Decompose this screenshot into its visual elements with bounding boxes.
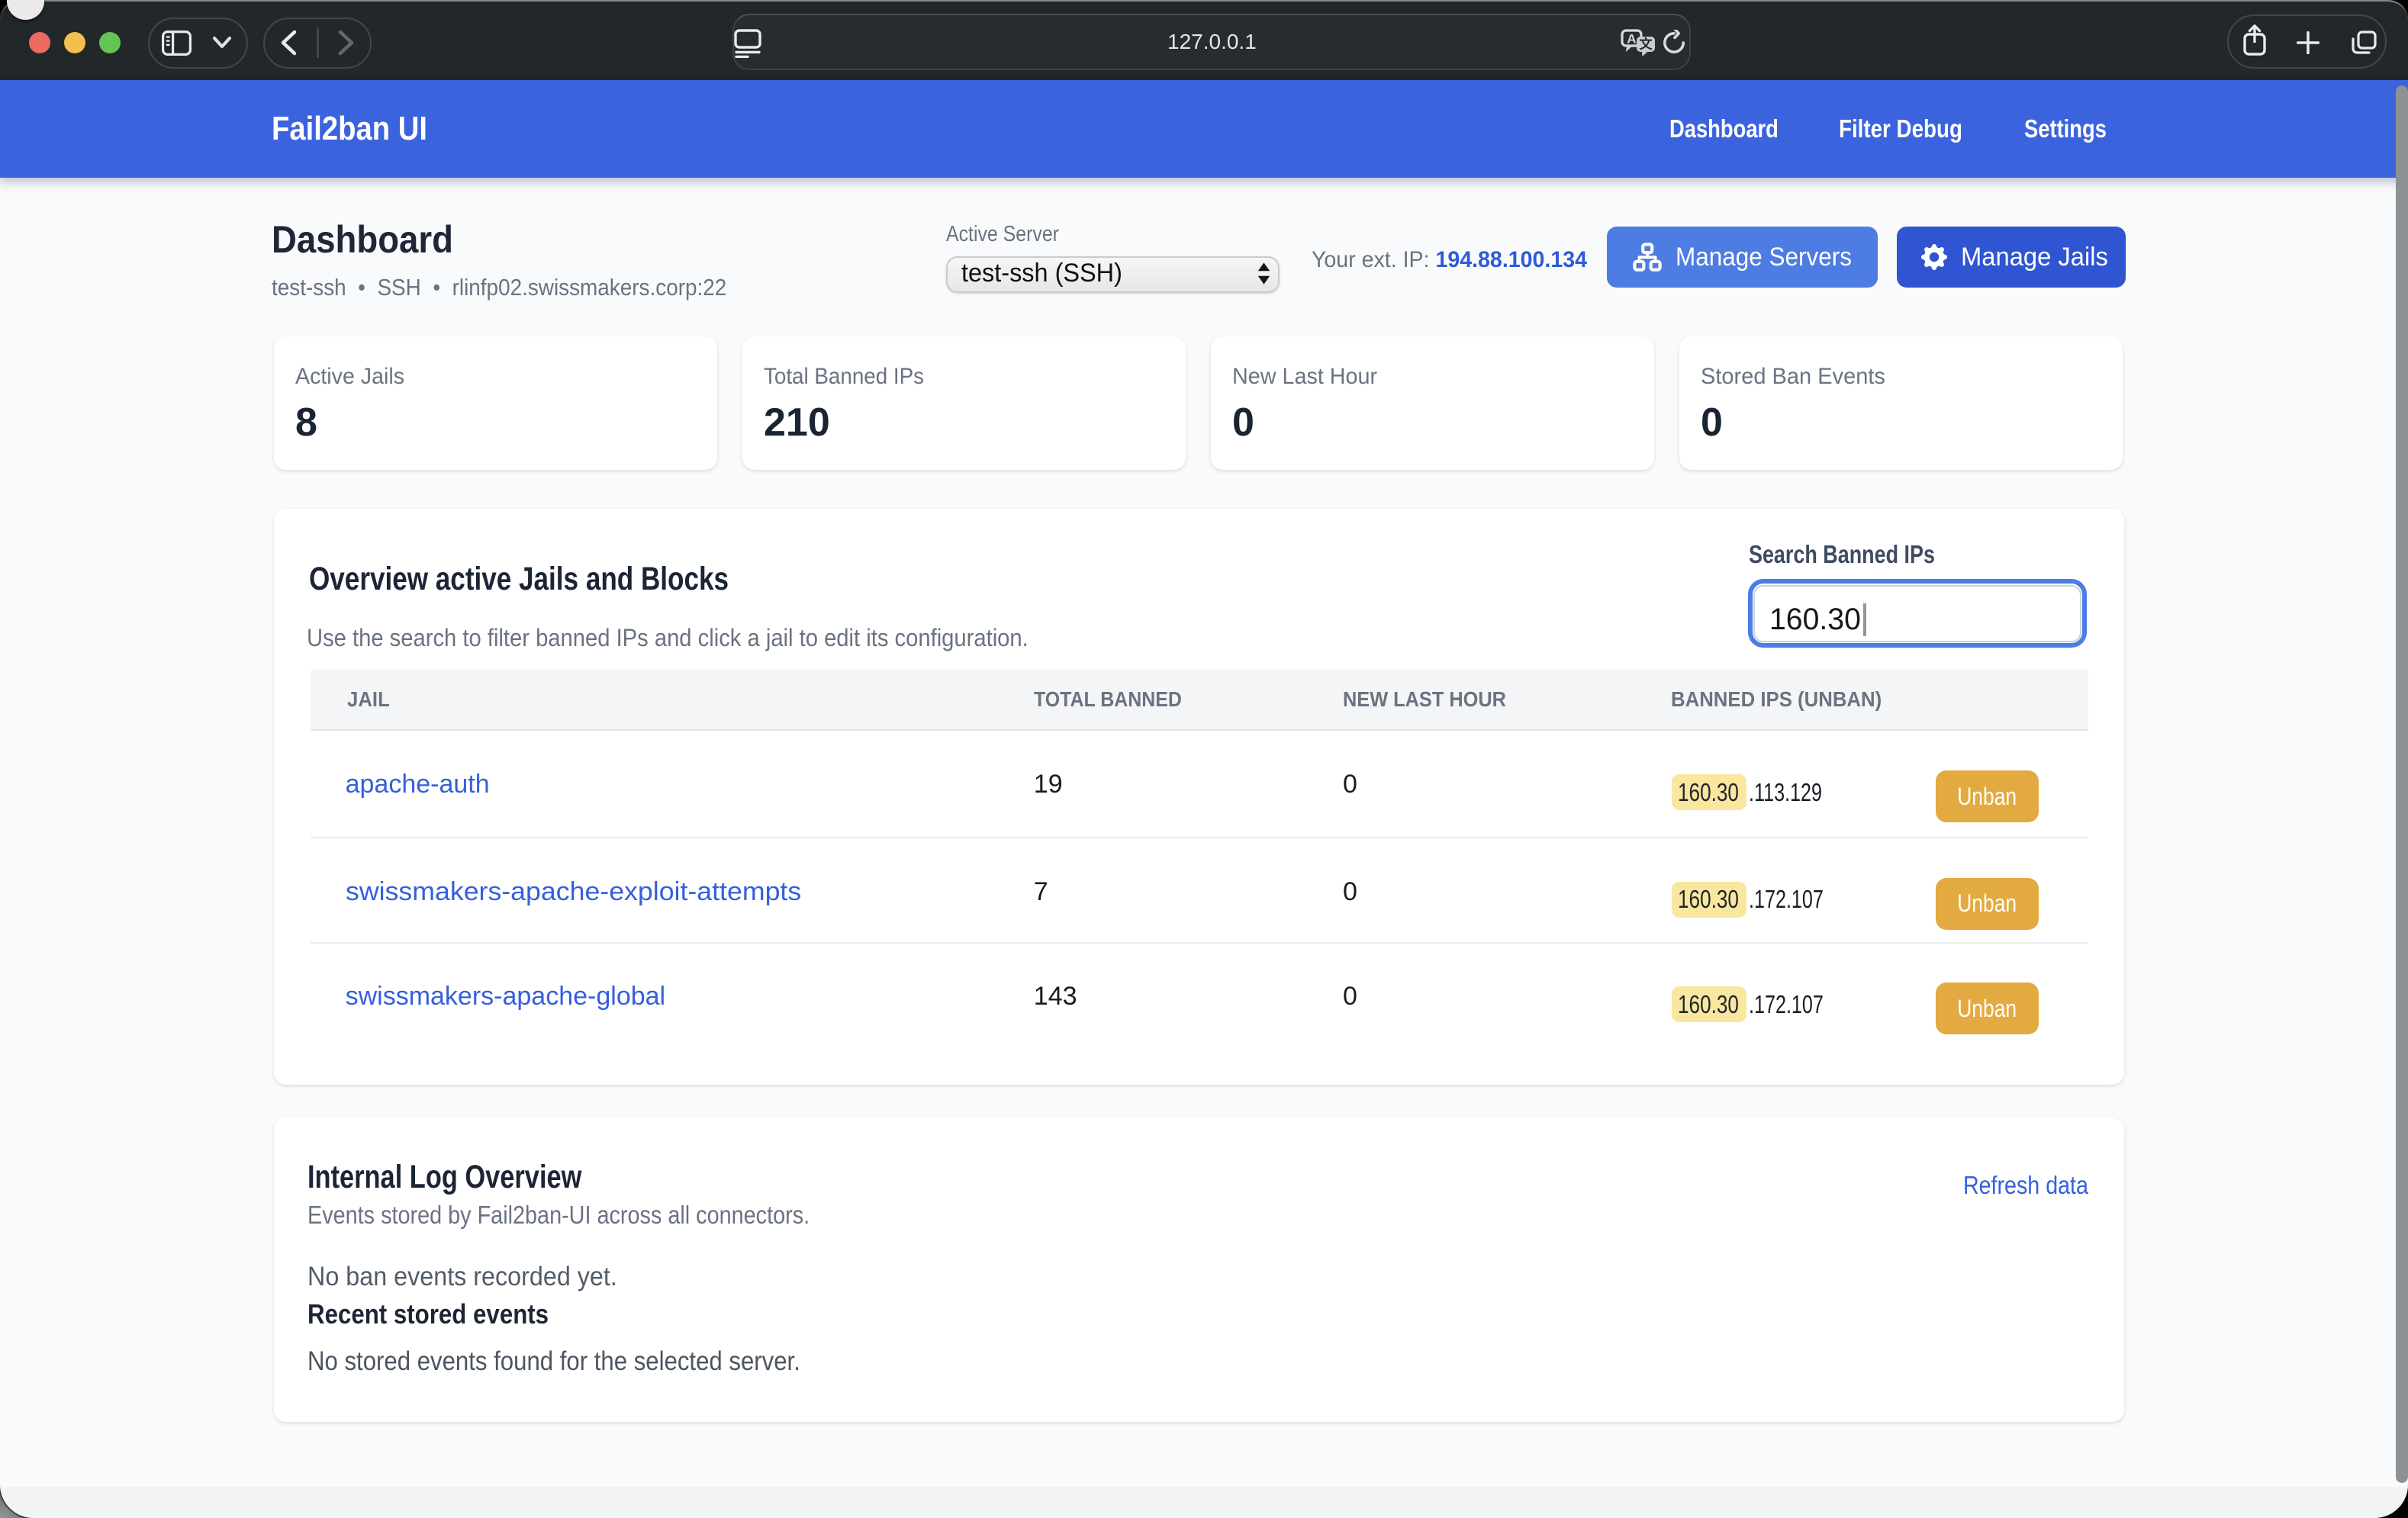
svg-text:A: A bbox=[1627, 32, 1636, 47]
svg-text:文: 文 bbox=[1640, 37, 1653, 52]
